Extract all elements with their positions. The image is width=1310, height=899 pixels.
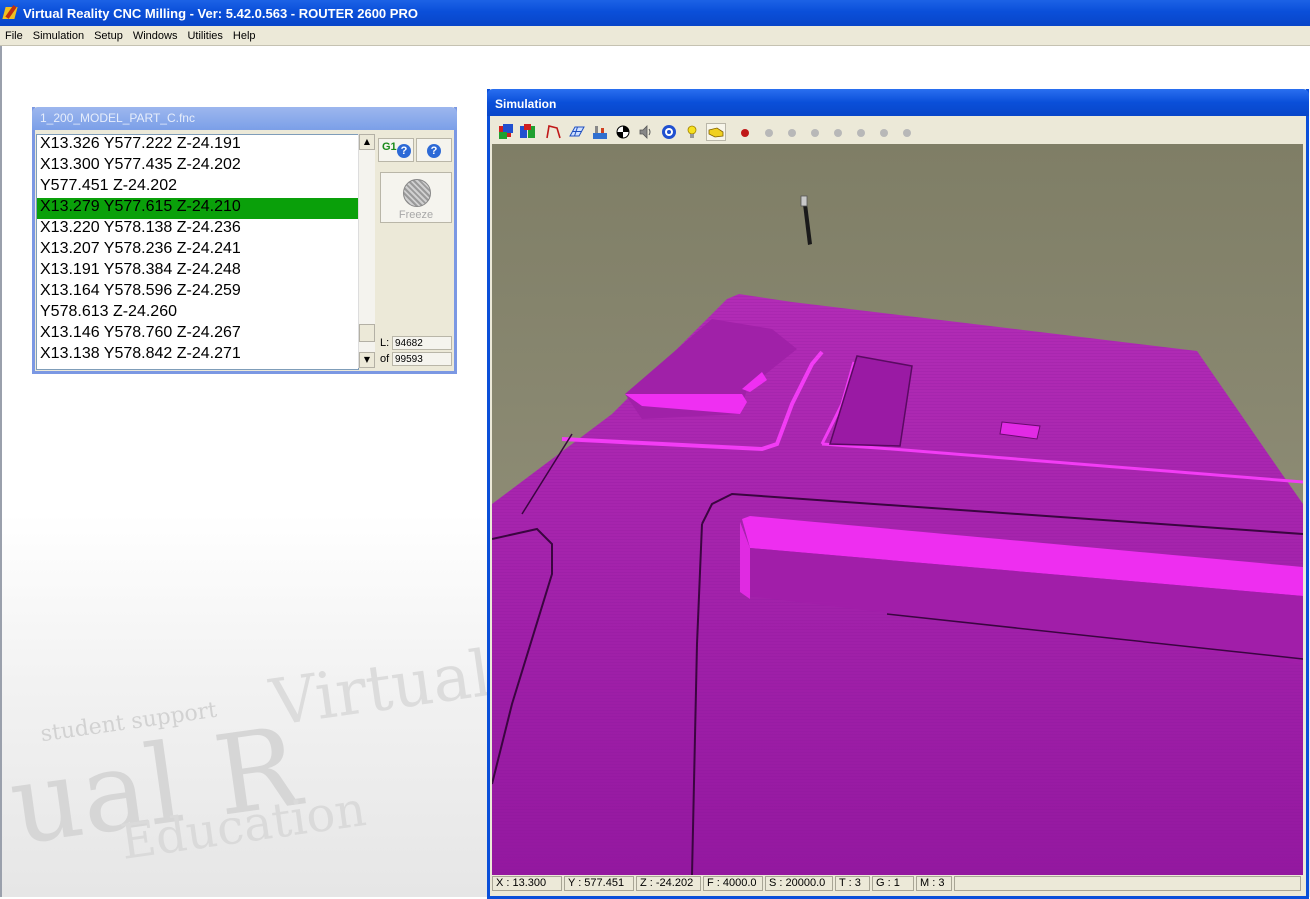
- gcode-line[interactable]: X13.146 Y578.760 Z-24.267: [37, 324, 358, 345]
- tool-path-icon[interactable]: [545, 123, 563, 141]
- light-icon[interactable]: [683, 123, 701, 141]
- step-icon[interactable]: [834, 129, 842, 137]
- help-icon: ?: [397, 144, 411, 158]
- line-number-field: 94682: [392, 336, 452, 350]
- gcode-line[interactable]: X13.220 Y578.138 Z-24.236: [37, 219, 358, 240]
- 3d-view-icon[interactable]: [497, 123, 515, 141]
- gcode-line[interactable]: X13.326 Y577.222 Z-24.191: [37, 135, 358, 156]
- status-y: Y : 577.451: [564, 876, 634, 891]
- app-titlebar: Virtual Reality CNC Milling - Ver: 5.42.…: [0, 0, 1310, 26]
- gcode-window: 1_200_MODEL_PART_C.fnc X13.326 Y577.222 …: [32, 107, 457, 374]
- gcode-list[interactable]: X13.326 Y577.222 Z-24.191 X13.300 Y577.43…: [36, 134, 359, 370]
- gcode-line[interactable]: X13.138 Y578.842 Z-24.271: [37, 345, 358, 366]
- status-t: T : 3: [835, 876, 870, 891]
- gcode-line[interactable]: X13.191 Y578.384 Z-24.248: [37, 261, 358, 282]
- workspace-border: [0, 46, 2, 897]
- watermark-text: Virtual: [265, 636, 496, 742]
- app-logo-icon: [2, 5, 19, 21]
- total-lines-field: 99593: [392, 352, 452, 366]
- machine-icon[interactable]: [591, 123, 609, 141]
- gcode-line[interactable]: X13.300 Y577.435 Z-24.202: [37, 156, 358, 177]
- step-icon[interactable]: [857, 129, 865, 137]
- scroll-down-button[interactable]: ▼: [359, 352, 375, 368]
- menubar: File Simulation Setup Windows Utilities …: [0, 26, 1310, 46]
- status-x: X : 13.300: [492, 876, 562, 891]
- highlight-icon[interactable]: [706, 123, 726, 141]
- grid-icon[interactable]: [568, 123, 586, 141]
- line-label: L:: [380, 337, 390, 349]
- menu-file[interactable]: File: [0, 30, 28, 42]
- workpiece-render: [492, 144, 1303, 875]
- target-icon[interactable]: [660, 123, 678, 141]
- simulation-window-title[interactable]: Simulation: [487, 89, 1309, 116]
- simulation-window: Simulation X: 13.300 Y: 577.451 Z: -2…: [487, 89, 1309, 899]
- gcode-window-title[interactable]: 1_200_MODEL_PART_C.fnc: [32, 107, 457, 130]
- menu-help[interactable]: Help: [228, 30, 261, 42]
- top-view-icon[interactable]: [519, 123, 537, 141]
- menu-simulation[interactable]: Simulation: [28, 30, 89, 42]
- step-icon[interactable]: [765, 129, 773, 137]
- status-empty: [954, 876, 1301, 891]
- status-s: S : 20000.0: [765, 876, 833, 891]
- record-icon[interactable]: [741, 129, 749, 137]
- gcode-scrollbar[interactable]: ▲ ▼: [358, 134, 375, 368]
- help-icon: ?: [427, 144, 441, 158]
- step-icon[interactable]: [811, 129, 819, 137]
- scroll-up-button[interactable]: ▲: [359, 134, 375, 150]
- g1-help-button[interactable]: G1 ?: [378, 138, 414, 162]
- menu-utilities[interactable]: Utilities: [182, 30, 227, 42]
- status-g: G : 1: [872, 876, 914, 891]
- gcode-line[interactable]: Y578.613 Z-24.260: [37, 303, 358, 324]
- freeze-label: Freeze: [398, 209, 434, 221]
- g1-label: G1: [382, 141, 397, 153]
- gcode-line-selected[interactable]: X13.279 Y577.615 Z-24.210: [37, 198, 358, 219]
- of-label: of: [380, 353, 390, 365]
- 3d-simulation-view[interactable]: [492, 144, 1303, 875]
- simulation-toolbar: [493, 120, 1303, 144]
- help-button[interactable]: ?: [416, 138, 452, 162]
- step-icon[interactable]: [903, 129, 911, 137]
- status-z: Z : -24.202: [636, 876, 701, 891]
- app-title: Virtual Reality CNC Milling - Ver: 5.42.…: [23, 5, 418, 21]
- scroll-thumb[interactable]: [359, 324, 375, 342]
- simulation-statusbar: X : 13.300 Y : 577.451 Z : -24.202 F : 4…: [492, 876, 1303, 893]
- step-icon[interactable]: [788, 129, 796, 137]
- status-f: F : 4000.0: [703, 876, 763, 891]
- gcode-line[interactable]: Y577.451 Z-24.202: [37, 177, 358, 198]
- freeze-button[interactable]: Freeze: [380, 172, 452, 223]
- gcode-line[interactable]: X13.164 Y578.596 Z-24.259: [37, 282, 358, 303]
- menu-setup[interactable]: Setup: [89, 30, 128, 42]
- step-icon[interactable]: [880, 129, 888, 137]
- menu-windows[interactable]: Windows: [128, 30, 183, 42]
- freeze-icon: [403, 179, 431, 207]
- center-icon[interactable]: [614, 123, 632, 141]
- status-m: M : 3: [916, 876, 952, 891]
- sound-icon[interactable]: [637, 123, 655, 141]
- gcode-line[interactable]: X13.207 Y578.236 Z-24.241: [37, 240, 358, 261]
